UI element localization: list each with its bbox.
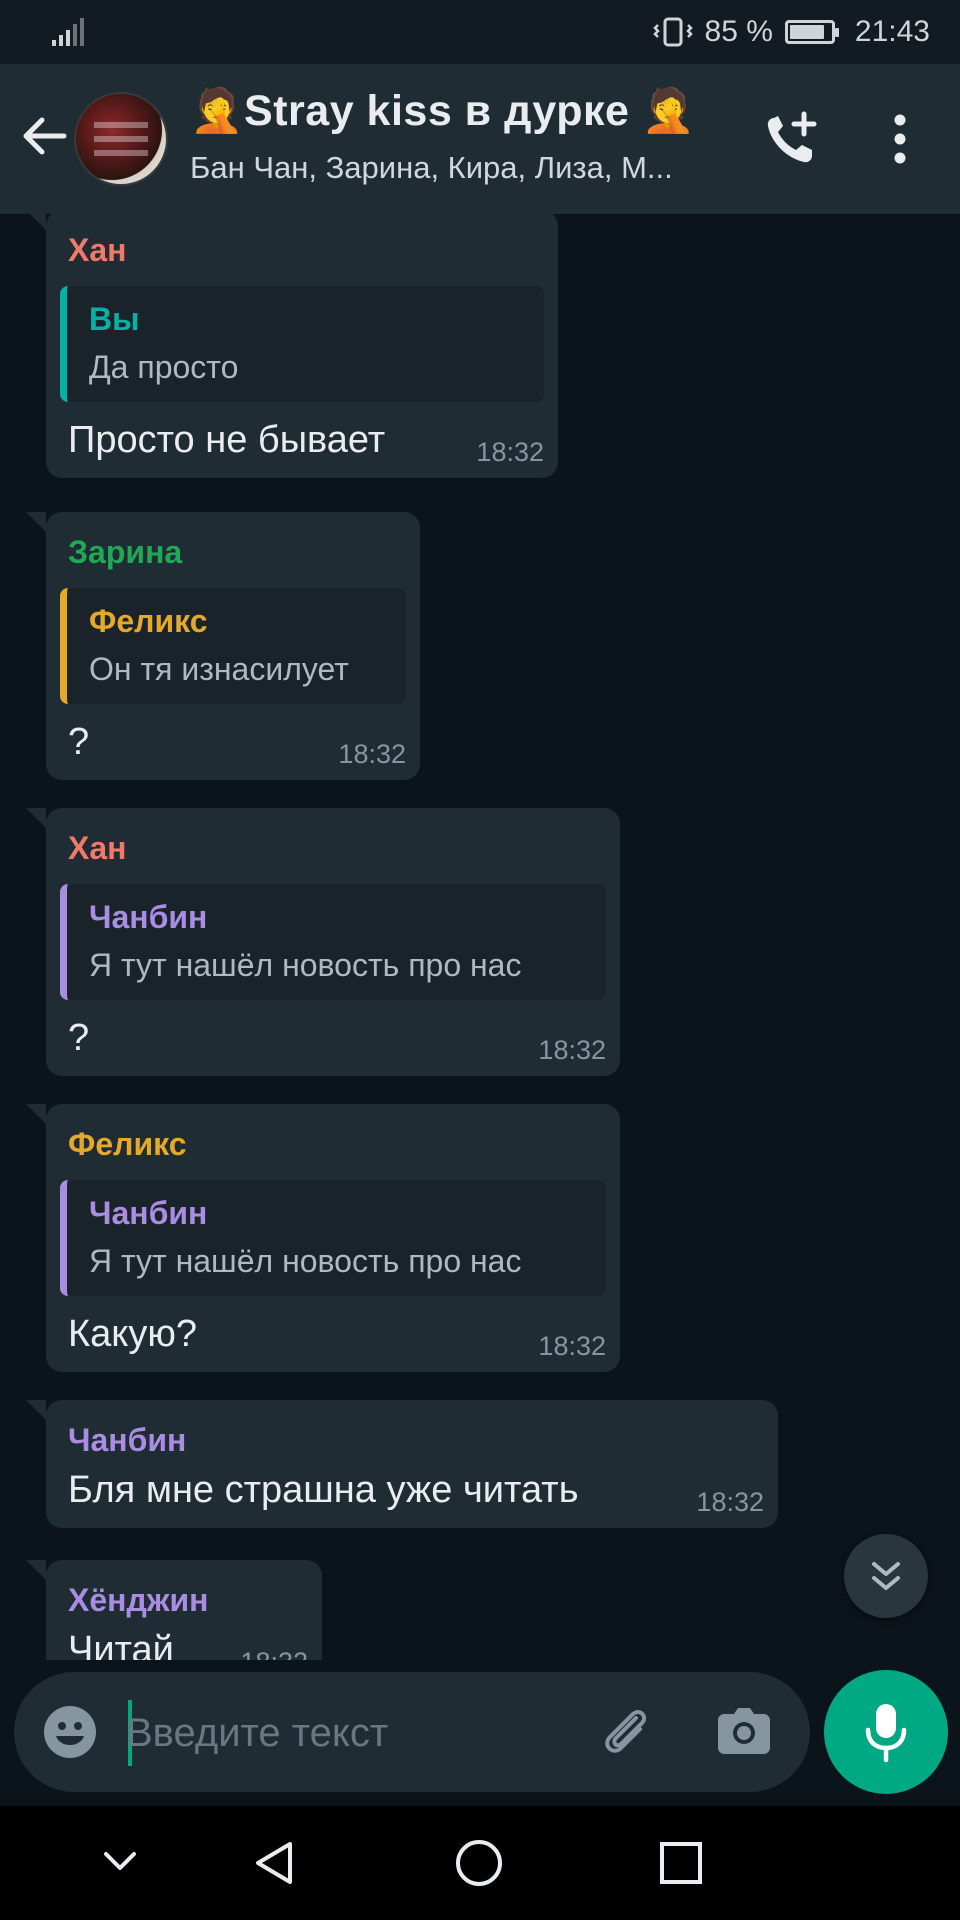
message-time: 18:32 [476, 437, 544, 467]
message-input[interactable] [126, 1702, 466, 1764]
message-sender: Чанбин [68, 1422, 187, 1458]
quote-text: Я тут нашёл новость про нас [89, 1243, 522, 1279]
message-bubble[interactable]: Чанбин Бля мне страшна уже читать 18:32 [26, 1400, 778, 1528]
group-avatar[interactable] [74, 92, 168, 186]
quote-text: Он тя изнасилует [89, 651, 349, 687]
message-text: ? [68, 721, 90, 763]
chevron-double-down-icon [872, 1562, 900, 1590]
message-text: Какую? [68, 1313, 197, 1355]
chevron-down-icon[interactable] [100, 1846, 140, 1876]
system-nav-bar [0, 1806, 960, 1920]
message-time: 18:32 [696, 1487, 764, 1517]
microphone-icon [865, 1704, 907, 1763]
message-bubble[interactable]: Хан Чанбин Я тут нашёл новость про нас ?… [26, 808, 620, 1076]
message-sender: Зарина [68, 534, 183, 570]
status-bar: 85 % 21:43 [0, 0, 960, 64]
paperclip-icon[interactable] [596, 1702, 656, 1762]
more-vertical-icon[interactable] [880, 108, 920, 170]
message-time: 18:32 [240, 1647, 308, 1660]
quoted-message[interactable]: Чанбин Я тут нашёл новость про нас [60, 884, 606, 1000]
message-composer [14, 1672, 810, 1792]
message-bubble[interactable]: Зарина Феликс Он тя изнасилует ? 18:32 [26, 512, 420, 780]
message-sender: Хан [68, 232, 127, 268]
quoted-message[interactable]: Вы Да просто [60, 286, 544, 402]
message-time: 18:32 [338, 739, 406, 769]
quote-text: Да просто [89, 349, 239, 385]
camera-icon[interactable] [714, 1702, 774, 1762]
message-sender: Феликс [68, 1126, 187, 1162]
quote-text: Я тут нашёл новость про нас [89, 947, 522, 983]
quoted-message[interactable]: Чанбин Я тут нашёл новость про нас [60, 1180, 606, 1296]
voice-record-button[interactable] [824, 1670, 948, 1794]
arrow-left-icon[interactable] [18, 110, 70, 162]
message-sender: Хёнджин [68, 1582, 209, 1618]
message-text: ? [68, 1017, 90, 1059]
clock: 21:43 [854, 15, 930, 48]
message-time: 18:32 [538, 1035, 606, 1065]
message-sender: Хан [68, 830, 127, 866]
back-triangle-icon[interactable] [250, 1838, 298, 1888]
quote-author: Феликс [89, 603, 208, 639]
message-text: Бля мне страшна уже читать [68, 1469, 579, 1511]
scroll-to-bottom-button[interactable] [844, 1534, 928, 1618]
message-text: Читай [68, 1629, 174, 1660]
recents-square-icon[interactable] [658, 1840, 704, 1886]
message-list[interactable]: Хан Вы Да просто Просто не бывает 18:32 … [0, 214, 960, 1660]
vibrate-icon [652, 17, 693, 47]
message-time: 18:32 [538, 1331, 606, 1361]
quote-author: Чанбин [89, 1195, 208, 1231]
battery-percent: 85 % [704, 15, 773, 48]
message-bubble[interactable]: Хан Вы Да просто Просто не бывает 18:32 [26, 214, 558, 478]
signal-icon [52, 18, 84, 46]
message-bubble[interactable]: Феликс Чанбин Я тут нашёл новость про на… [26, 1104, 620, 1372]
quote-author: Чанбин [89, 899, 208, 935]
message-bubble[interactable]: Хёнджин Читай 18:32 [26, 1560, 322, 1660]
chat-info[interactable]: 🤦Stray kiss в дурке 🤦 Бан Чан, Зарина, К… [190, 86, 730, 186]
chat-participants: Бан Чан, Зарина, Кира, Лиза, М... [190, 150, 673, 185]
home-circle-icon[interactable] [454, 1838, 504, 1888]
message-text: Просто не бывает [68, 419, 386, 461]
quote-author: Вы [89, 301, 140, 337]
add-call-icon[interactable] [760, 108, 822, 170]
quoted-message[interactable]: Феликс Он тя изнасилует [60, 588, 406, 704]
chat-title: 🤦Stray kiss в дурке 🤦 [190, 87, 696, 135]
battery-icon [784, 20, 839, 44]
emoji-icon[interactable] [42, 1704, 98, 1760]
chat-header: 🤦Stray kiss в дурке 🤦 Бан Чан, Зарина, К… [0, 64, 960, 214]
